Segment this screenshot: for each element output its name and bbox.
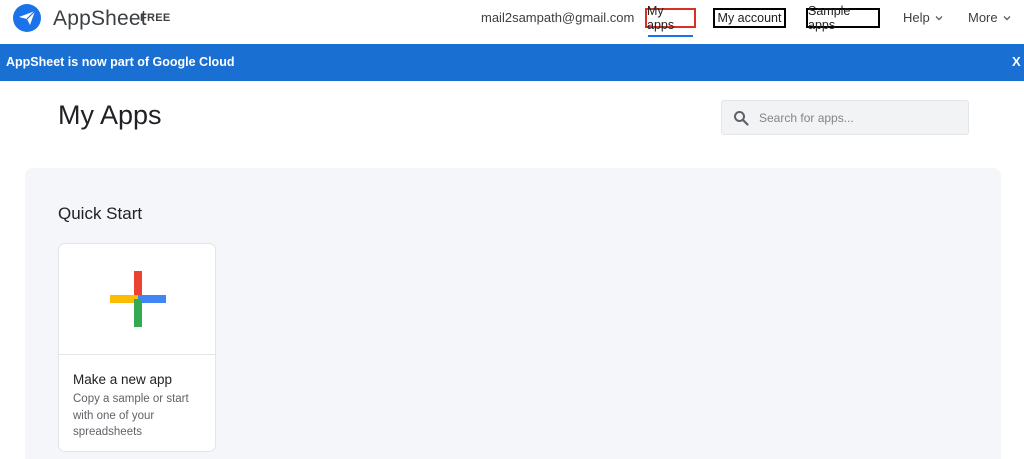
announcement-banner: AppSheet is now part of Google Cloud X: [0, 44, 1024, 81]
quick-start-panel: Quick Start Make a new app Copy a sample…: [25, 168, 1001, 459]
help-menu[interactable]: Help: [903, 10, 944, 25]
active-tab-indicator: [648, 35, 693, 37]
plan-badge: FREE: [140, 12, 171, 24]
nav-my-apps[interactable]: My apps: [645, 4, 696, 32]
nav-my-account[interactable]: My account: [713, 8, 786, 28]
card-title: Make a new app: [73, 372, 173, 387]
paper-plane-icon: [19, 10, 36, 25]
banner-message: AppSheet is now part of Google Cloud: [6, 55, 235, 69]
page-title: My Apps: [58, 100, 162, 130]
nav-sample-apps[interactable]: Sample apps: [806, 4, 880, 32]
top-navigation-bar: AppSheet FREE mail2sampath@gmail.com My …: [0, 0, 1024, 44]
plus-icon: [110, 271, 166, 327]
appsheet-logo[interactable]: [13, 4, 41, 32]
search-icon: [734, 110, 749, 126]
make-new-app-card[interactable]: Make a new app Copy a sample or start wi…: [58, 243, 216, 452]
help-menu-label: Help: [903, 10, 930, 25]
quick-start-title: Quick Start: [58, 204, 143, 223]
card-icon-area: [59, 244, 215, 355]
search-input[interactable]: [759, 110, 959, 125]
brand-name[interactable]: AppSheet: [53, 7, 147, 31]
chevron-down-icon: [1003, 15, 1011, 20]
banner-close-button[interactable]: X: [1012, 54, 1021, 69]
more-menu[interactable]: More: [968, 10, 1012, 25]
card-description: Copy a sample or start with one of your …: [73, 393, 189, 438]
chevron-down-icon: [935, 15, 943, 20]
search-box[interactable]: [721, 100, 969, 135]
user-email[interactable]: mail2sampath@gmail.com: [481, 10, 634, 25]
more-menu-label: More: [968, 10, 998, 25]
